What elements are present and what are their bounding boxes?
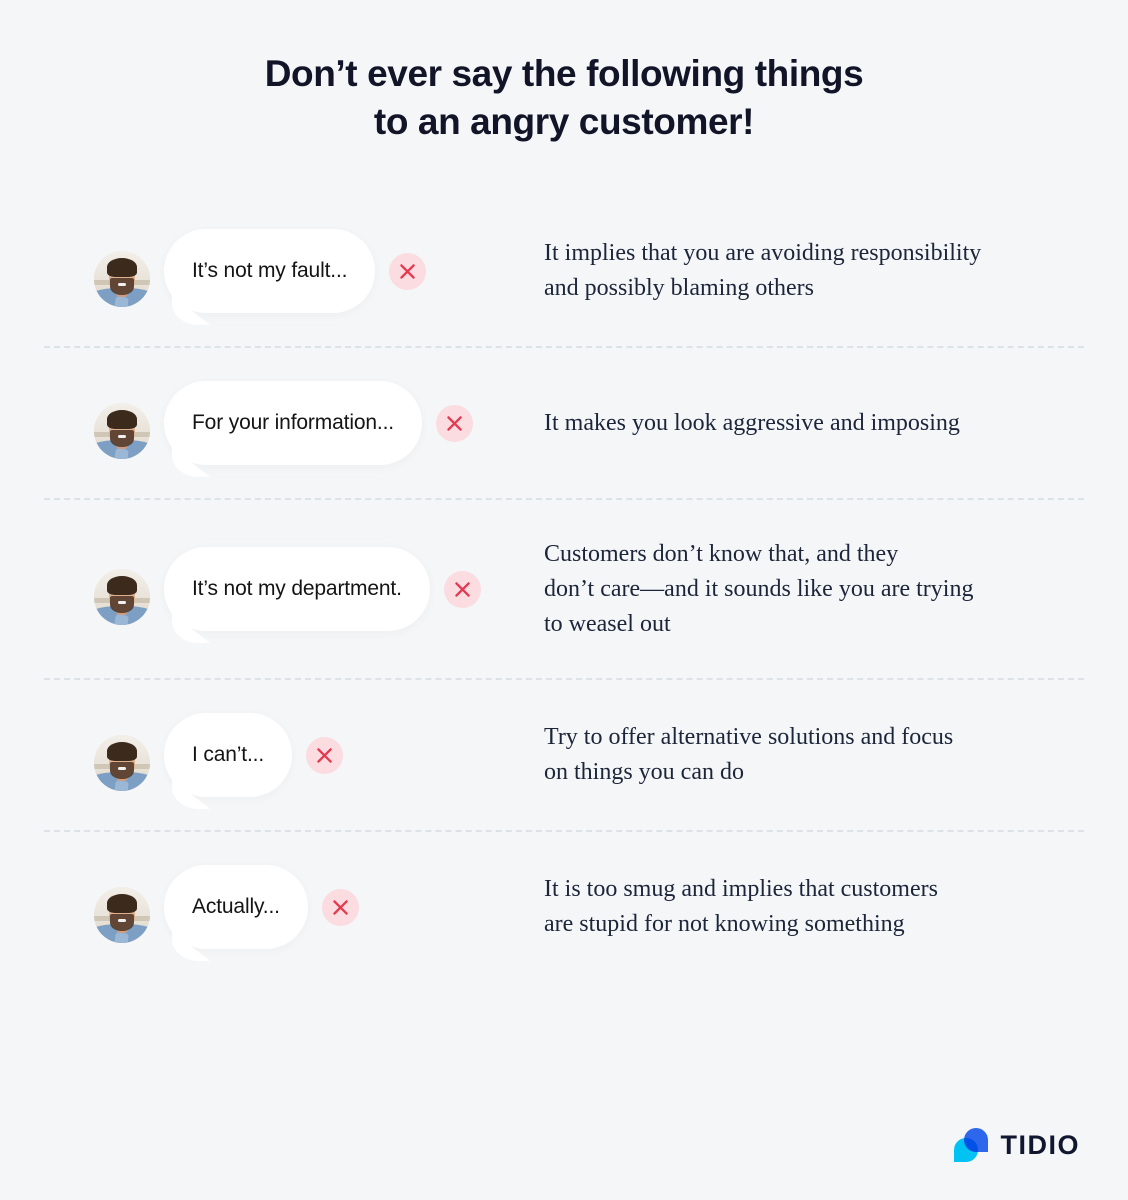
chat-bubble-text: I can’t... [192, 743, 265, 766]
chat-bubble-group: Actually... [42, 865, 540, 949]
advice-description: It is too smug and implies that customer… [540, 872, 938, 942]
chat-bubble: I can’t... [164, 713, 293, 797]
chat-bubble-group: I can’t... [42, 713, 540, 797]
description-line: are stupid for not knowing something [544, 911, 905, 937]
description-line: It makes you look aggressive and imposin… [544, 409, 960, 436]
close-x-icon [321, 888, 359, 926]
advice-row: I can’t... Try to offer alternative solu… [42, 680, 1086, 830]
chat-bubble-text: For your information... [192, 411, 394, 434]
description-line: don’t care—and it sounds like you are tr… [544, 575, 974, 602]
chat-bubble: For your information... [164, 381, 422, 465]
advice-description: It implies that you are avoiding respons… [540, 236, 981, 306]
chat-bubble: It’s not my department. [164, 547, 430, 631]
description-line: It is too smug and implies that customer… [544, 876, 938, 902]
description-line: and possibly blaming others [544, 275, 814, 301]
chat-bubble-text: It’s not my fault... [192, 259, 348, 282]
page-title-line-2: to an angry customer! [373, 101, 755, 142]
description-line: It implies that you are avoiding respons… [544, 240, 982, 266]
description-line: on things you can do [544, 759, 744, 785]
advice-description: Try to offer alternative solutions and f… [540, 720, 953, 790]
chat-bubble: It’s not my fault... [164, 229, 376, 313]
chat-bubble-text: It’s not my department. [192, 577, 402, 600]
tidio-chat-logo-icon [953, 1128, 990, 1162]
customer-avatar [94, 569, 150, 625]
tidio-logo: TIDIO [953, 1128, 1081, 1162]
advice-row: For your information... It makes you loo… [42, 348, 1086, 498]
advice-row: It’s not my department. Customers don’t … [42, 500, 1086, 678]
advice-description: Customers don’t know that, and they don’… [540, 537, 973, 642]
advice-row: Actually... It is too smug and implies t… [42, 832, 1086, 982]
chat-bubble: Actually... [164, 865, 308, 949]
tidio-wordmark: TIDIO [1000, 1129, 1080, 1160]
close-x-icon [389, 252, 427, 290]
close-x-icon [435, 404, 473, 442]
customer-avatar [94, 735, 150, 791]
description-line: Try to offer alternative solutions and f… [544, 724, 954, 750]
close-x-icon [443, 570, 481, 608]
chat-bubble-group: For your information... [42, 381, 540, 465]
close-x-icon [306, 736, 344, 774]
chat-bubble-text: Actually... [192, 895, 280, 918]
description-line: Customers don’t know that, and they [544, 540, 899, 567]
customer-avatar [94, 403, 150, 459]
advice-row: It’s not my fault... It implies that you… [42, 196, 1086, 346]
page-title-line-1: Don’t ever say the following things [264, 53, 864, 94]
chat-bubble-group: It’s not my fault... [42, 229, 540, 313]
description-line: to weasel out [544, 610, 671, 637]
advice-description: It makes you look aggressive and imposin… [540, 406, 960, 441]
page-title: Don’t ever say the following things to a… [0, 0, 1128, 146]
advice-row-list: It’s not my fault... It implies that you… [0, 196, 1128, 982]
customer-avatar [94, 887, 150, 943]
chat-bubble-group: It’s not my department. [42, 547, 540, 631]
customer-avatar [94, 251, 150, 307]
